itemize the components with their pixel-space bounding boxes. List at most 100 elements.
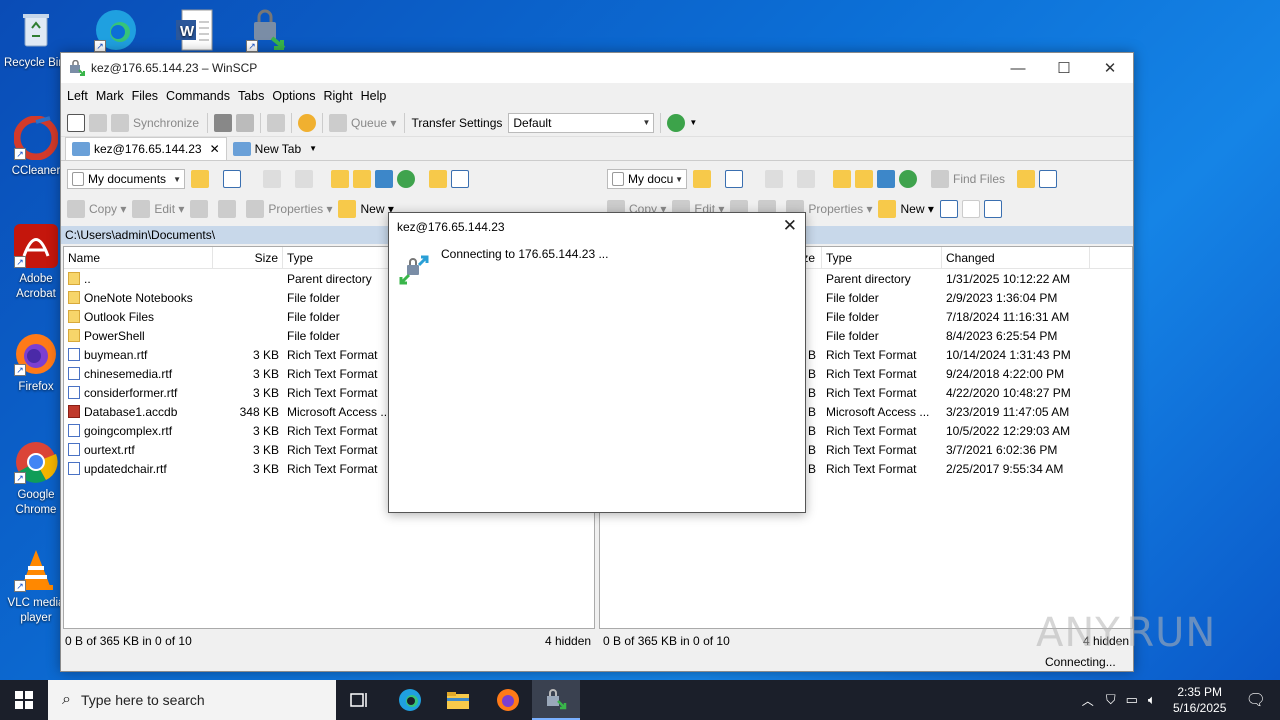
minus-icon[interactable] <box>961 200 980 218</box>
ccleaner-icon: ↗ <box>13 115 59 161</box>
forward-arrow-icon[interactable] <box>797 170 815 188</box>
shortcut-arrow-icon: ↗ <box>94 40 106 52</box>
sessions-globe-icon[interactable] <box>667 113 686 132</box>
rename-icon[interactable] <box>218 200 237 218</box>
view-list-icon[interactable] <box>1039 170 1058 188</box>
desktop-icon-ccleaner[interactable]: ↗ CCleaner <box>4 115 68 179</box>
bookmarks-icon[interactable] <box>1017 170 1036 188</box>
back-arrow-icon[interactable] <box>263 170 281 188</box>
right-location-select[interactable]: My docu ▼ <box>607 169 687 189</box>
plus-icon[interactable] <box>939 200 958 218</box>
clock[interactable]: 2:35 PM 5/16/2025 <box>1164 684 1236 716</box>
menu-right[interactable]: Right <box>323 89 352 103</box>
open-directory-icon[interactable] <box>191 170 209 188</box>
taskbar-search[interactable]: ⌕ Type here to search <box>48 680 336 720</box>
compare-directories-icon[interactable] <box>67 113 85 132</box>
bookmarks-icon[interactable] <box>429 170 447 188</box>
view-list-icon[interactable] <box>451 170 469 188</box>
preferences-gear-icon[interactable] <box>298 113 317 132</box>
tab-session[interactable]: kez@176.65.144.23 ✕ <box>65 137 227 160</box>
taskbar-edge[interactable] <box>386 680 434 720</box>
volume-icon[interactable]: 🔈︎ <box>1148 692 1156 708</box>
taskbar-file-explorer[interactable] <box>434 680 482 720</box>
menu-tabs[interactable]: Tabs <box>238 89 264 103</box>
menu-mark[interactable]: Mark <box>96 89 124 103</box>
console-icon[interactable] <box>214 113 233 132</box>
file-name-cell: ourtext.rtf <box>64 442 213 457</box>
forward-arrow-icon[interactable] <box>295 170 313 188</box>
transfer-settings-select[interactable]: Default ▼ <box>508 112 655 133</box>
left-copy-button[interactable]: Copy ▾ <box>67 200 126 218</box>
left-edit-button[interactable]: Edit ▾ <box>132 200 184 218</box>
home-icon[interactable] <box>375 170 393 188</box>
desktop-icon-edge[interactable]: ↗ <box>84 8 148 56</box>
start-button[interactable] <box>0 680 48 720</box>
file-size: 3 KB <box>252 385 279 400</box>
parent-directory-icon[interactable] <box>331 170 349 188</box>
menu-files[interactable]: Files <box>132 89 158 103</box>
file-size: 348 KB <box>239 404 279 419</box>
menu-options[interactable]: Options <box>272 89 315 103</box>
back-arrow-icon[interactable] <box>765 170 783 188</box>
menu-left[interactable]: Left <box>67 89 88 103</box>
parent-directory-icon[interactable] <box>833 170 851 188</box>
transfer-settings-label: Transfer Settings <box>411 115 503 130</box>
column-size[interactable]: Size <box>213 247 283 268</box>
refresh-icon[interactable] <box>397 170 415 188</box>
column-changed[interactable]: Changed <box>942 247 1090 268</box>
file-type: Rich Text Format <box>826 423 917 438</box>
minimize-button[interactable]: — <box>995 53 1041 83</box>
taskbar-firefox[interactable] <box>484 680 532 720</box>
close-tab-icon[interactable]: ✕ <box>210 142 220 156</box>
desktop-icon-word[interactable]: W <box>162 8 226 56</box>
desktop-icon-chrome[interactable]: ↗ Google Chrome <box>4 440 68 518</box>
column-type[interactable]: Type <box>283 247 403 268</box>
right-new-button[interactable]: New ▾ <box>878 200 934 218</box>
maximize-button[interactable]: ☐ <box>1041 53 1087 83</box>
column-type[interactable]: Type <box>822 247 942 268</box>
taskbar-winscp[interactable] <box>532 680 580 720</box>
left-hidden-count[interactable]: 4 hidden <box>545 631 591 651</box>
refresh-icon[interactable] <box>267 113 286 132</box>
menu-commands[interactable]: Commands <box>166 89 230 103</box>
dialog-close-button[interactable]: ✕ <box>783 216 797 236</box>
root-directory-icon[interactable] <box>855 170 873 188</box>
chevron-down-icon[interactable]: ▼ <box>309 144 317 153</box>
synchronize-button[interactable]: Synchronize <box>111 113 199 132</box>
putty-icon[interactable] <box>236 113 255 132</box>
network-icon[interactable]: ▭ <box>1126 692 1138 708</box>
task-view-button[interactable] <box>336 680 384 720</box>
desktop-icon-winscp[interactable]: ↗ <box>236 8 300 56</box>
title-bar[interactable]: kez@176.65.144.23 – WinSCP — ☐ ✕ <box>61 53 1133 83</box>
chevron-up-icon[interactable]: ︿ <box>1082 692 1094 709</box>
delete-icon[interactable] <box>190 200 209 218</box>
home-icon[interactable] <box>877 170 895 188</box>
left-location-select[interactable]: My documents ▼ <box>67 169 185 189</box>
menu-help[interactable]: Help <box>361 89 387 103</box>
rtf-file-icon <box>68 423 80 437</box>
filter-icon[interactable] <box>223 170 241 188</box>
tab-new[interactable]: New Tab ▼ <box>227 137 323 160</box>
file-changed: 3/7/2021 6:02:36 PM <box>946 442 1058 457</box>
refresh-icon[interactable] <box>899 170 917 188</box>
find-files-button[interactable]: Find Files <box>931 170 1005 188</box>
left-properties-button[interactable]: Properties ▾ <box>246 200 332 218</box>
desktop-icon-firefox[interactable]: ↗ Firefox <box>4 332 68 395</box>
security-icon[interactable]: ⛉ <box>1106 692 1116 708</box>
dialog-title[interactable]: kez@176.65.144.23 <box>389 213 805 241</box>
desktop-icon-vlc[interactable]: ↗ VLC media player <box>4 548 68 626</box>
notifications-icon[interactable]: 🗨︎ <box>1246 690 1266 710</box>
keep-remote-up-to-date-icon[interactable] <box>89 113 107 132</box>
root-directory-icon[interactable] <box>353 170 371 188</box>
open-directory-icon[interactable] <box>693 170 711 188</box>
close-button[interactable]: ✕ <box>1087 53 1133 83</box>
left-new-button[interactable]: New ▾ <box>338 200 394 218</box>
file-type: File folder <box>826 328 879 343</box>
column-name[interactable]: Name <box>64 247 213 268</box>
chevron-down-icon[interactable]: ▼ <box>689 118 697 127</box>
desktop-icon-recycle-bin[interactable]: Recycle Bin <box>4 8 68 71</box>
filter-select-icon[interactable] <box>983 200 1002 218</box>
desktop-icon-adobe[interactable]: ↗ Adobe Acrobat <box>4 224 68 302</box>
filter-icon[interactable] <box>725 170 743 188</box>
queue-button[interactable]: Queue ▾ <box>329 113 396 132</box>
